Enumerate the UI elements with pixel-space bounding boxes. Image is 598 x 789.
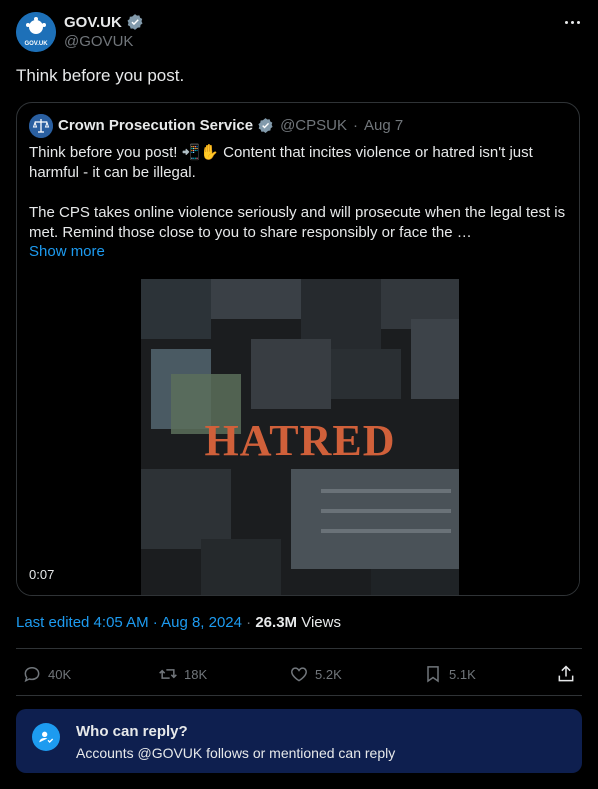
- views-label: Views: [301, 614, 341, 631]
- quoted-paragraph-1: Think before you post! 📲✋ Content that i…: [29, 144, 533, 181]
- like-button[interactable]: 5.2K: [289, 662, 342, 686]
- video-frame: HATRED: [141, 279, 459, 595]
- verified-badge-icon: [258, 118, 273, 133]
- who-can-reply-title: Who can reply?: [76, 723, 188, 740]
- cps-avatar[interactable]: [29, 114, 53, 138]
- reply-count: 40K: [48, 666, 72, 682]
- quoted-tweet-text: Think before you post! 📲✋ Content that i…: [29, 143, 569, 243]
- user-check-icon: [32, 723, 60, 751]
- more-dot-icon: [564, 20, 568, 24]
- quoted-tweet-card[interactable]: Crown Prosecution Service @CPSUK · Aug 7…: [16, 102, 580, 596]
- author-name[interactable]: GOV.UK: [64, 13, 144, 31]
- scales-of-justice-icon: [29, 114, 53, 138]
- tweet-text: Think before you post.: [16, 66, 185, 85]
- bookmark-icon: [427, 666, 439, 683]
- dot-separator: ·: [246, 614, 252, 631]
- who-can-reply-subtitle: Accounts @GOVUK follows or mentioned can…: [76, 745, 396, 761]
- divider: [16, 648, 582, 649]
- quoted-author-name[interactable]: Crown Prosecution Service: [58, 117, 253, 134]
- repost-count: 18K: [184, 666, 208, 682]
- quoted-author-handle[interactable]: @CPSUK: [280, 117, 347, 134]
- tweet-meta: Last edited 4:05 AM · Aug 8, 2024 · 26.3…: [16, 614, 341, 631]
- reply-icon: [24, 666, 40, 683]
- video-overlay-text: HATRED: [204, 416, 396, 465]
- author-handle[interactable]: @GOVUK: [64, 33, 133, 50]
- more-options-button[interactable]: [560, 12, 584, 32]
- like-count: 5.2K: [315, 666, 342, 682]
- verified-badge-icon: [127, 14, 143, 30]
- views-count: 26.3M: [255, 614, 298, 631]
- who-can-reply-banner: Who can reply? Accounts @GOVUK follows o…: [16, 709, 582, 773]
- quoted-paragraph-2: The CPS takes online violence seriously …: [29, 204, 566, 241]
- govuk-avatar[interactable]: GOV.UK: [16, 12, 56, 52]
- more-dot-icon: [570, 20, 574, 24]
- bookmark-button[interactable]: 5.1K: [423, 662, 476, 686]
- more-dot-icon: [576, 20, 580, 24]
- quoted-tweet-header: Crown Prosecution Service @CPSUK · Aug 7: [58, 117, 403, 134]
- reply-button[interactable]: 40K: [22, 662, 71, 686]
- heart-icon: [291, 667, 307, 682]
- show-more-link[interactable]: Show more: [29, 243, 105, 260]
- svg-text:GOV.UK: GOV.UK: [24, 41, 48, 47]
- last-edited-link[interactable]: Last edited 4:05 AM · Aug 8, 2024: [16, 614, 242, 631]
- divider: [16, 695, 582, 696]
- repost-icon: [159, 669, 177, 679]
- bookmark-count: 5.1K: [449, 666, 476, 682]
- share-button[interactable]: [556, 662, 576, 686]
- dot-separator: ·: [352, 117, 358, 134]
- repost-button[interactable]: 18K: [158, 662, 207, 686]
- quoted-tweet-date[interactable]: Aug 7: [364, 117, 403, 134]
- crown-logo-icon: GOV.UK: [16, 12, 56, 52]
- video-duration: 0:07: [29, 567, 55, 582]
- author-name-text[interactable]: GOV.UK: [64, 14, 122, 31]
- video-player[interactable]: HATRED 0:07: [17, 279, 579, 595]
- share-icon: [558, 665, 574, 682]
